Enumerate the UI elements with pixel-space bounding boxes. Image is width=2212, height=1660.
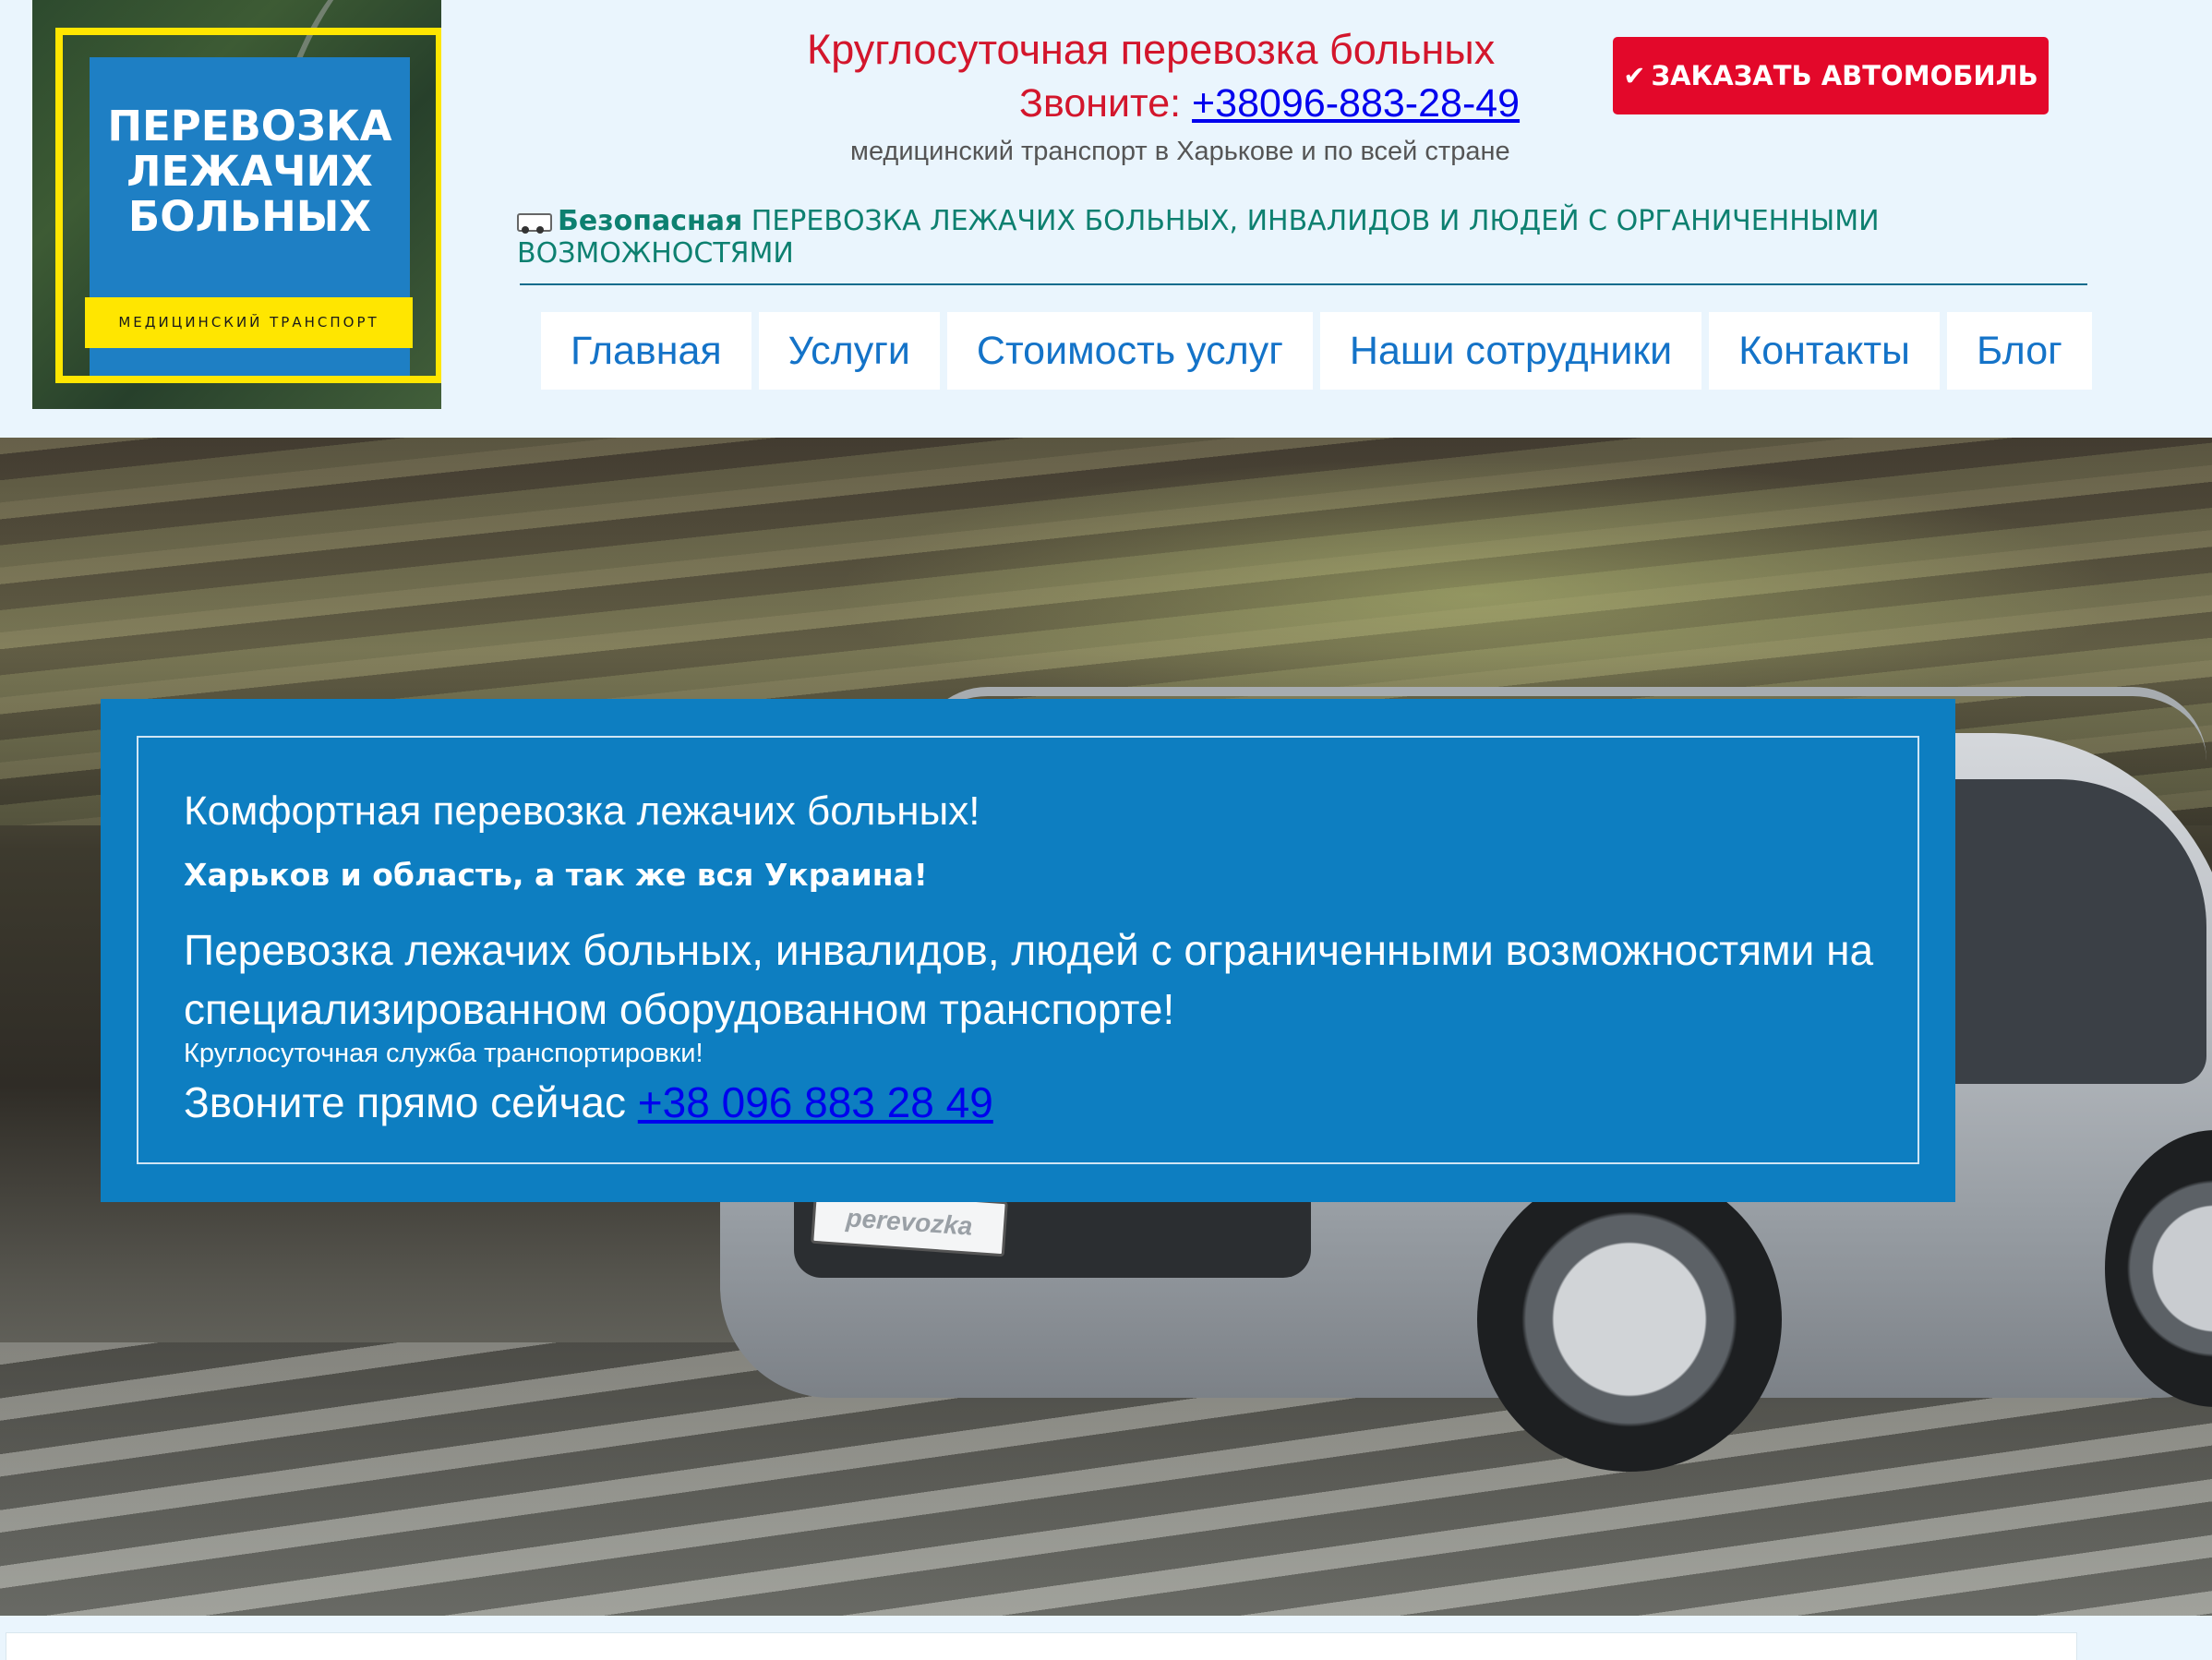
header-tagline: Безопасная ПЕРЕВОЗКА ЛЕЖАЧИХ БОЛЬНЫХ, ИН… — [517, 205, 2086, 270]
phone-prefix: Звоните: — [1019, 81, 1193, 126]
header-title: Круглосуточная перевозка больных — [807, 26, 1496, 73]
header-subtitle: медицинский транспорт в Харькове и по вс… — [850, 137, 1510, 166]
logo-title: ПЕРЕВОЗКА ЛЕЖАЧИХ БОЛЬНЫХ — [107, 102, 392, 241]
promo-phone-link[interactable]: +38 096 883 28 49 — [638, 1078, 993, 1126]
promo-heading: Комфортная перевозка лежачих больных! — [184, 788, 980, 834]
site-header: ПЕРЕВОЗКА ЛЕЖАЧИХ БОЛЬНЫХ МЕДИЦИНСКИЙ ТР… — [0, 0, 2212, 438]
order-car-button[interactable]: ✔ ЗАКАЗАТЬ АВТОМОБИЛЬ — [1613, 37, 2049, 114]
nav-item-services[interactable]: Услуги — [758, 312, 940, 390]
main-nav: Главная Услуги Стоимость услуг Наши сотр… — [541, 312, 2092, 390]
logo-strip: МЕДИЦИНСКИЙ ТРАНСПОРТ — [85, 297, 413, 348]
car-front-wheel — [1477, 1167, 1782, 1472]
promo-description: Перевозка лежачих больных, инвалидов, лю… — [184, 926, 1874, 1033]
nav-item-contacts[interactable]: Контакты — [1709, 312, 1940, 390]
promo-service: Круглосуточная служба транспортировки! — [184, 1039, 703, 1068]
content-section — [0, 1616, 2212, 1660]
promo-call-line: Звоните прямо сейчас +38 096 883 28 49 — [184, 1077, 993, 1127]
site-logo[interactable]: ПЕРЕВОЗКА ЛЕЖАЧИХ БОЛЬНЫХ МЕДИЦИНСКИЙ ТР… — [32, 0, 441, 409]
tagline-lead: Безопасная — [558, 205, 743, 237]
nav-item-staff[interactable]: Наши сотрудники — [1319, 312, 1702, 390]
nav-item-blog[interactable]: Блог — [1946, 312, 2092, 390]
nav-item-prices[interactable]: Стоимость услуг — [946, 312, 1313, 390]
promo-region: Харьков и область, а так же вся Украина! — [184, 857, 928, 893]
promo-call-prefix: Звоните прямо сейчас — [184, 1078, 638, 1126]
header-phone-line: Звоните: +38096-883-28-49 — [1019, 81, 1573, 126]
content-card — [6, 1632, 2077, 1660]
header-divider — [520, 283, 2087, 285]
check-icon: ✔ — [1623, 60, 1646, 91]
order-car-label: ЗАКАЗАТЬ АВТОМОБИЛЬ — [1651, 60, 2038, 91]
header-phone-link[interactable]: +38096-883-28-49 — [1192, 81, 1520, 126]
nav-item-home[interactable]: Главная — [541, 312, 751, 390]
ambulance-icon — [517, 210, 552, 234]
